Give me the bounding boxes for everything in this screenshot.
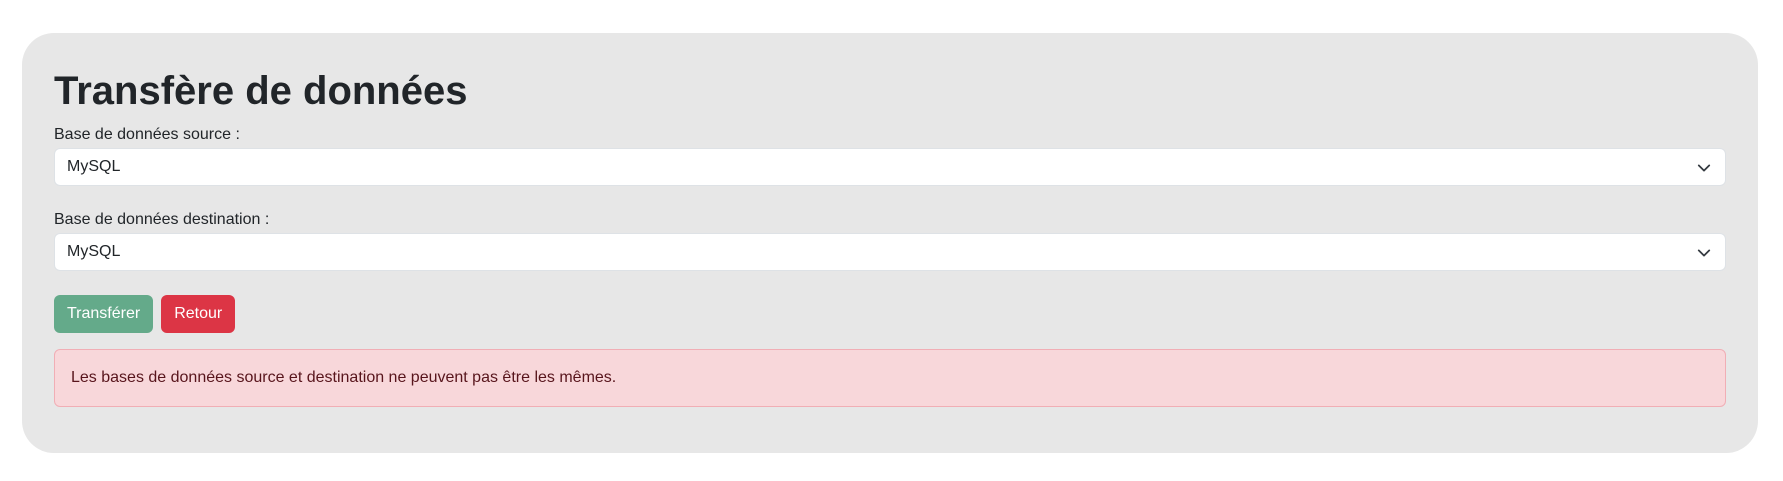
transfer-card: Transfère de données Base de données sou… — [22, 33, 1758, 453]
error-alert: Les bases de données source et destinati… — [54, 349, 1726, 407]
page-title: Transfère de données — [54, 69, 468, 113]
transfer-button[interactable]: Transférer — [54, 295, 154, 333]
destination-db-label: Base de données destination : — [54, 211, 270, 228]
source-db-select[interactable]: MySQL — [54, 148, 1726, 186]
error-alert-message: Les bases de données source et destinati… — [71, 369, 617, 386]
back-button[interactable]: Retour — [161, 295, 236, 333]
action-buttons: Transférer Retour — [54, 295, 1726, 333]
source-db-selected-value: MySQL — [67, 158, 121, 175]
source-db-label: Base de données source : — [54, 126, 240, 143]
destination-db-select[interactable]: MySQL — [54, 233, 1726, 271]
chevron-down-icon — [1697, 164, 1711, 172]
destination-db-selected-value: MySQL — [67, 243, 121, 260]
chevron-down-icon — [1697, 249, 1711, 257]
